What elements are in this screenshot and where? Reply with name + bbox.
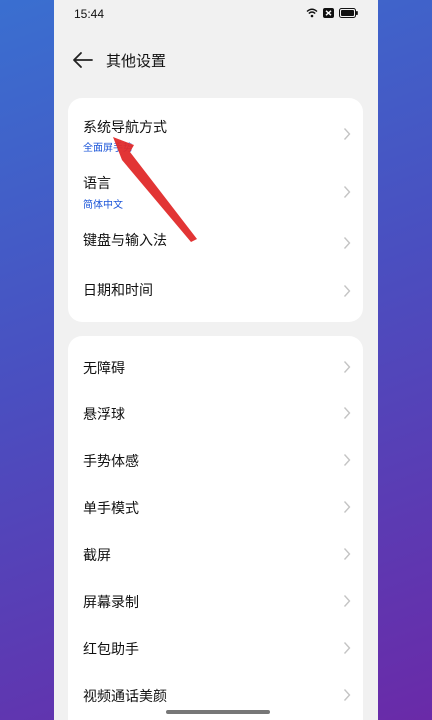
chevron-right-icon bbox=[343, 285, 351, 297]
row-label: 视频通话美颜 bbox=[83, 689, 167, 705]
settings-row-keyboard[interactable]: 键盘与输入法 bbox=[68, 212, 363, 262]
row-label: 键盘与输入法 bbox=[83, 233, 167, 249]
chevron-right-icon bbox=[343, 689, 351, 701]
settings-row-accessibility[interactable]: 无障碍 bbox=[68, 344, 363, 391]
settings-row-navigation[interactable]: 系统导航方式 全面屏手势 bbox=[68, 98, 363, 154]
settings-row-date-time[interactable]: 日期和时间 bbox=[68, 262, 363, 312]
row-label: 截屏 bbox=[83, 548, 111, 564]
settings-row-gesture-motion[interactable]: 手势体感 bbox=[68, 438, 363, 485]
row-label: 红包助手 bbox=[83, 642, 139, 658]
row-subtitle: 简体中文 bbox=[83, 200, 123, 211]
row-label: 屏幕录制 bbox=[83, 595, 139, 611]
status-bar: 15:44 bbox=[54, 0, 378, 30]
settings-row-one-hand-mode[interactable]: 单手模式 bbox=[68, 485, 363, 532]
row-label: 日期和时间 bbox=[83, 283, 153, 299]
chevron-right-icon bbox=[343, 548, 351, 560]
chevron-right-icon bbox=[343, 237, 351, 249]
chevron-right-icon bbox=[343, 361, 351, 373]
chevron-right-icon bbox=[343, 454, 351, 466]
row-label: 手势体感 bbox=[83, 454, 139, 470]
chevron-right-icon bbox=[343, 128, 351, 140]
settings-row-floating-ball[interactable]: 悬浮球 bbox=[68, 391, 363, 438]
status-icons bbox=[306, 8, 358, 18]
back-arrow-icon[interactable] bbox=[72, 50, 94, 70]
settings-group-1: 系统导航方式 全面屏手势 语言 简体中文 键盘与输入法 日期和时间 bbox=[68, 98, 363, 322]
page-header: 其他设置 bbox=[54, 44, 378, 76]
row-label: 无障碍 bbox=[83, 361, 125, 377]
status-time: 15:44 bbox=[74, 7, 105, 21]
chevron-right-icon bbox=[343, 595, 351, 607]
page-title: 其他设置 bbox=[106, 52, 167, 70]
sim-off-icon bbox=[323, 8, 334, 18]
chevron-right-icon bbox=[343, 501, 351, 513]
row-label: 单手模式 bbox=[83, 501, 139, 517]
settings-row-red-packet-assistant[interactable]: 红包助手 bbox=[68, 626, 363, 673]
phone-screen: 15:44 其他设置 系统导航方式 全面屏手势 语言 简体中文 键盘与输入法 日… bbox=[54, 0, 378, 720]
row-label: 悬浮球 bbox=[83, 407, 125, 423]
home-indicator bbox=[166, 710, 270, 714]
row-label: 语言 bbox=[83, 176, 111, 192]
chevron-right-icon bbox=[343, 186, 351, 198]
settings-group-2: 无障碍 悬浮球 手势体感 单手模式 截屏 屏幕录制 红包助手 视频通话美颜 bbox=[68, 336, 363, 720]
settings-row-language[interactable]: 语言 简体中文 bbox=[68, 154, 363, 212]
row-label: 系统导航方式 bbox=[83, 120, 167, 136]
row-subtitle: 全面屏手势 bbox=[83, 143, 133, 154]
chevron-right-icon bbox=[343, 642, 351, 654]
wifi-icon bbox=[306, 8, 318, 18]
settings-row-screenshot[interactable]: 截屏 bbox=[68, 532, 363, 579]
battery-icon bbox=[339, 8, 358, 18]
chevron-right-icon bbox=[343, 407, 351, 419]
settings-row-screen-record[interactable]: 屏幕录制 bbox=[68, 579, 363, 626]
